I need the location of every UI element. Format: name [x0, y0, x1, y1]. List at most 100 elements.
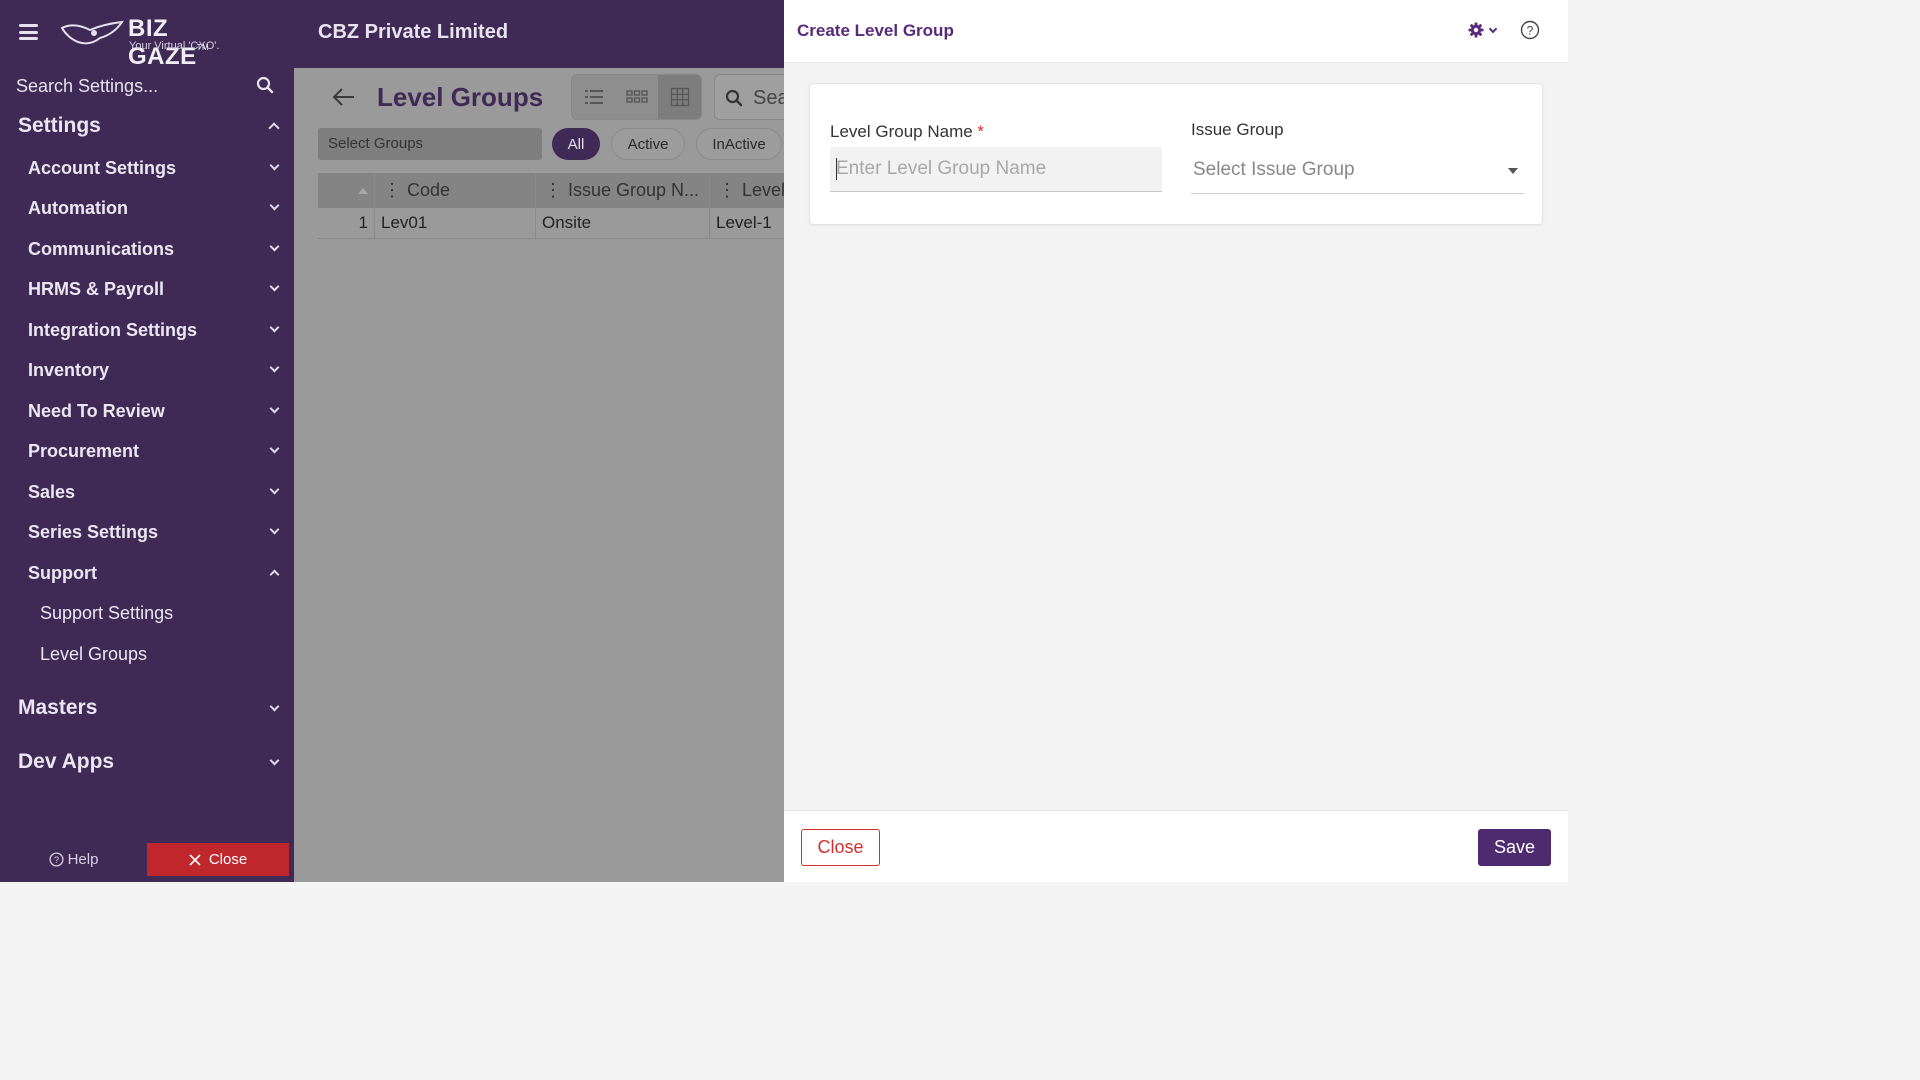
- sidebar-footer: ? Help Close: [0, 843, 294, 882]
- chevron-down-icon: [269, 241, 280, 252]
- level-group-name-input[interactable]: Enter Level Group Name: [830, 147, 1162, 192]
- table-row[interactable]: 1 Lev01 Onsite Level-1: [318, 208, 784, 239]
- search-placeholder: Sea: [753, 87, 784, 109]
- chevron-down-icon: [269, 362, 280, 373]
- filter-inactive-button[interactable]: InActive: [696, 128, 782, 160]
- settings-search-input[interactable]: Search Settings...: [16, 76, 158, 97]
- sidebar-close-button[interactable]: Close: [147, 843, 289, 876]
- settings-search[interactable]: Search Settings...: [16, 74, 278, 100]
- close-label: Close: [208, 851, 248, 868]
- dropdown-caret-icon: [1508, 168, 1518, 174]
- sidebar-section-label: Settings: [18, 114, 101, 137]
- sidebar-item-account-settings[interactable]: Account Settings: [28, 158, 280, 179]
- level-group-form: Level Group Name * Enter Level Group Nam…: [809, 83, 1543, 225]
- panel-settings-menu[interactable]: [1468, 22, 1498, 38]
- sidebar-item-communications[interactable]: Communications: [28, 239, 280, 260]
- column-menu-icon: ⋮: [718, 180, 736, 200]
- sidebar-subitem-support-settings[interactable]: Support Settings: [40, 603, 173, 624]
- chevron-down-icon: [269, 160, 280, 171]
- input-placeholder: Enter Level Group Name: [836, 158, 1047, 179]
- grid-search-input[interactable]: Sea: [714, 74, 784, 120]
- chevron-up-icon: [269, 569, 280, 580]
- main-content: Level Groups Sea Select Groups All Activ…: [294, 68, 784, 882]
- chevron-down-icon: [269, 755, 280, 766]
- sidebar-section-label: Dev Apps: [18, 750, 115, 773]
- chevron-up-icon: [268, 122, 280, 134]
- issue-group-select[interactable]: Select Issue Group: [1191, 147, 1524, 194]
- sort-column-header[interactable]: [318, 173, 375, 208]
- bizgaze-logo[interactable]: BIZ GAZETM Your Virtual 'CXO'.: [60, 14, 240, 70]
- column-header-issue-group[interactable]: ⋮ Issue Group N...: [536, 173, 710, 208]
- column-header-code[interactable]: ⋮ Code: [375, 173, 536, 208]
- sidebar-item-need-to-review[interactable]: Need To Review: [28, 401, 280, 422]
- required-asterisk: *: [977, 122, 985, 141]
- help-label: Help: [67, 851, 99, 868]
- sidebar-item-label: Support: [28, 563, 97, 583]
- help-button[interactable]: ? Help: [0, 843, 147, 876]
- sidebar-item-label: HRMS & Payroll: [28, 279, 165, 299]
- chevron-down-icon: [269, 200, 280, 211]
- back-arrow-icon[interactable]: [332, 88, 356, 106]
- filter-all-button[interactable]: All: [552, 128, 600, 160]
- sidebar-item-procurement[interactable]: Procurement: [28, 441, 280, 462]
- close-icon: [189, 853, 201, 866]
- text-cursor: [836, 158, 837, 180]
- sidebar-item-inventory[interactable]: Inventory: [28, 360, 280, 381]
- sidebar-section-dev-apps[interactable]: Dev Apps: [18, 750, 280, 774]
- column-header-level[interactable]: ⋮ Level: [710, 173, 784, 208]
- grid-view-button[interactable]: [658, 75, 701, 119]
- sidebar-item-integration-settings[interactable]: Integration Settings: [28, 320, 280, 341]
- panel-title: Create Level Group: [797, 21, 954, 40]
- help-circle-icon[interactable]: ?: [1520, 20, 1540, 40]
- chevron-down-icon: [1488, 24, 1498, 33]
- list-view-button[interactable]: [572, 75, 615, 119]
- chevron-down-icon: [269, 322, 280, 333]
- hamburger-menu-icon[interactable]: [19, 24, 38, 40]
- sidebar-item-label: Automation: [28, 198, 128, 218]
- sidebar-section-masters[interactable]: Masters: [18, 696, 280, 720]
- panel-footer: Close Save: [784, 810, 1568, 882]
- sidebar-subitem-level-groups[interactable]: Level Groups: [40, 644, 147, 665]
- close-button[interactable]: Close: [801, 829, 880, 866]
- sidebar-item-automation[interactable]: Automation: [28, 198, 280, 219]
- sidebar-item-series-settings[interactable]: Series Settings: [28, 522, 280, 543]
- chevron-down-icon: [269, 484, 280, 495]
- level-group-name-label: Level Group Name *: [830, 122, 985, 141]
- page-title: Level Groups: [377, 82, 544, 112]
- column-menu-icon: ⋮: [544, 180, 562, 200]
- cell-issue-group: Onsite: [536, 208, 710, 238]
- save-button[interactable]: Save: [1478, 829, 1551, 866]
- chevron-down-icon: [269, 403, 280, 414]
- sort-up-icon: [358, 187, 368, 194]
- select-groups-dropdown[interactable]: Select Groups: [318, 128, 542, 160]
- cell-level: Level-1: [716, 213, 772, 232]
- sidebar-item-hrms-payroll[interactable]: HRMS & Payroll: [28, 279, 280, 300]
- table-header: ⋮ Code ⋮ Issue Group N... ⋮ Level: [318, 173, 784, 208]
- table-grid-icon: [670, 87, 689, 107]
- panel-header: Create Level Group ?: [784, 0, 1568, 63]
- cell-code: Lev01: [375, 208, 536, 238]
- help-circle-icon: ?: [49, 852, 64, 867]
- company-name: CBZ Private Limited: [318, 21, 509, 43]
- settings-sidebar: Search Settings... Settings Account Sett…: [0, 68, 294, 882]
- column-header-label: Level: [742, 180, 784, 200]
- column-header-label: Code: [407, 180, 451, 200]
- card-view-button[interactable]: [615, 75, 658, 119]
- filter-active-button[interactable]: Active: [611, 128, 685, 160]
- view-toggle-group: [571, 74, 702, 120]
- column-menu-icon: ⋮: [383, 180, 401, 200]
- sidebar-item-label: Procurement: [28, 441, 140, 461]
- sidebar-item-support[interactable]: Support: [28, 563, 280, 584]
- chevron-down-icon: [269, 281, 280, 292]
- search-icon[interactable]: [256, 76, 274, 94]
- sidebar-section-settings[interactable]: Settings: [18, 114, 280, 138]
- sidebar-item-label: Series Settings: [28, 522, 159, 542]
- sidebar-item-sales[interactable]: Sales: [28, 482, 280, 503]
- sidebar-item-label: Sales: [28, 482, 76, 502]
- sidebar-section-label: Masters: [18, 696, 98, 719]
- chevron-down-icon: [269, 443, 280, 454]
- sidebar-item-label: Integration Settings: [28, 320, 198, 340]
- logo-eagle-icon: [60, 20, 124, 45]
- search-icon: [725, 89, 743, 107]
- sidebar-item-label: Need To Review: [28, 401, 165, 421]
